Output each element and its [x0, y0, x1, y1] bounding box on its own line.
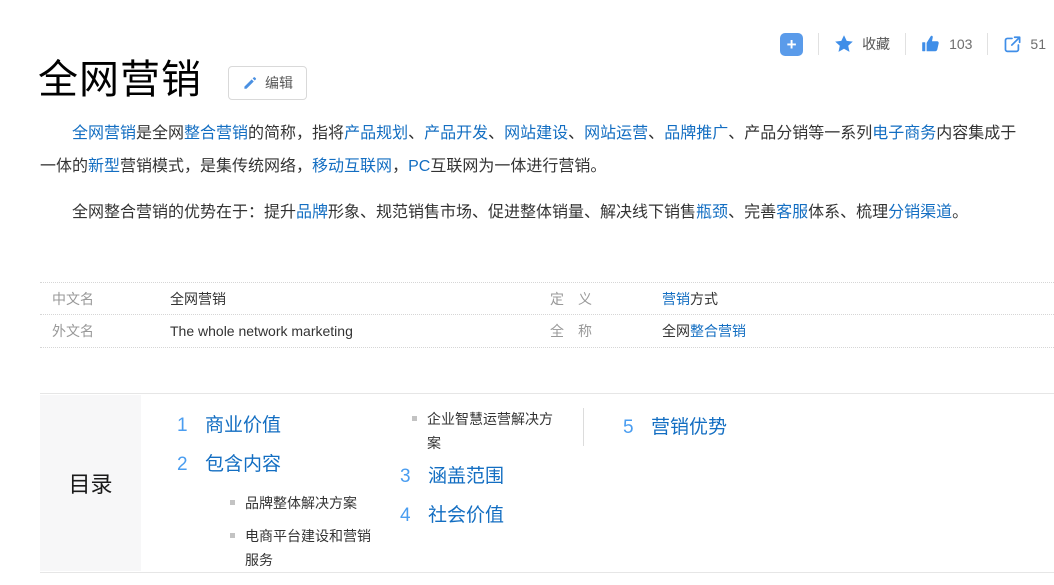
- star-icon: [834, 34, 854, 54]
- divider: [905, 33, 906, 55]
- text-segment: 、: [408, 125, 424, 142]
- inline-link[interactable]: 整合营销: [184, 125, 248, 142]
- divider: [987, 33, 988, 55]
- like-count: 103: [949, 36, 972, 52]
- favorite-button[interactable]: 收藏: [834, 34, 890, 54]
- edit-button[interactable]: 编辑: [228, 66, 307, 100]
- toc-item-label: 包含内容: [205, 452, 281, 478]
- toc-item-number: 4: [400, 503, 428, 529]
- share-button[interactable]: 51: [1003, 35, 1046, 54]
- toc-item[interactable]: 4社会价值: [398, 503, 557, 529]
- inline-link[interactable]: 网站建设: [504, 125, 568, 142]
- text-segment: 、: [568, 125, 584, 142]
- info-value: The whole network marketing: [170, 323, 550, 339]
- summary-paragraph: 全网营销是全网整合营销的简称，指将产品规划、产品开发、网站建设、网站运营、品牌推…: [40, 117, 1022, 183]
- info-value: 全网营销: [170, 289, 550, 309]
- text-segment: The whole network marketing: [170, 323, 353, 339]
- share-count: 51: [1030, 36, 1046, 52]
- inline-link[interactable]: 客服: [776, 204, 808, 221]
- text-segment: 、: [648, 125, 664, 142]
- header-actions: + 收藏 103 51: [780, 30, 1046, 58]
- info-value: 全网整合营销: [662, 321, 746, 341]
- text-segment: 体系、梳理: [808, 204, 888, 221]
- toc-item-label: 电商平台建设和营销服务: [245, 524, 375, 572]
- summary-paragraph: 全网整合营销的优势在于：提升品牌形象、规范销售市场、促进整体销量、解决线下销售瓶…: [40, 196, 1022, 229]
- page-title: 全网营销: [38, 56, 202, 104]
- inline-link[interactable]: 品牌推广: [664, 125, 728, 142]
- inline-link[interactable]: 产品开发: [424, 125, 488, 142]
- text-segment: 全网营销: [170, 291, 226, 307]
- toc-item-label: 企业智慧运营解决方案: [427, 407, 557, 455]
- inline-link[interactable]: 新型: [88, 158, 120, 175]
- info-row: 中文名 全网营销 定 义 营销方式: [40, 282, 1054, 315]
- bullet-icon: [230, 533, 235, 538]
- toc-item-label: 营销优势: [651, 415, 727, 441]
- toc-item-label: 商业价值: [205, 413, 281, 439]
- toc-heading: 目录: [40, 395, 141, 571]
- inline-link[interactable]: 电子商务: [872, 125, 936, 142]
- inline-link[interactable]: PC: [408, 158, 430, 175]
- toc-column: 企业智慧运营解决方案3涵盖范围4社会价值: [398, 407, 557, 542]
- toc-item[interactable]: 2包含内容: [175, 452, 375, 478]
- table-of-contents: 目录 1商业价值2包含内容品牌整体解决方案电商平台建设和营销服务 企业智慧运营解…: [40, 393, 1054, 573]
- info-label: 全 称: [550, 321, 662, 341]
- inline-link[interactable]: 整合营销: [690, 323, 746, 339]
- toc-item-number: 3: [400, 464, 428, 490]
- text-segment: 营销模式，是集传统网络，: [120, 158, 312, 175]
- text-segment: 的简称，指将: [248, 125, 344, 142]
- text-segment: 全网整合营销的优势在于：提升: [72, 204, 296, 221]
- toc-column: 5营销优势: [621, 415, 727, 454]
- toc-item-label: 涵盖范围: [428, 464, 504, 490]
- inline-link[interactable]: 产品规划: [344, 125, 408, 142]
- toc-item-label: 社会价值: [428, 503, 504, 529]
- text-segment: 形象、规范销售市场、促进整体销量、解决线下销售: [328, 204, 696, 221]
- toc-subitem[interactable]: 企业智慧运营解决方案: [412, 407, 557, 455]
- toc-item-label: 品牌整体解决方案: [245, 491, 357, 515]
- inline-link[interactable]: 网站运营: [584, 125, 648, 142]
- article-summary: 全网营销是全网整合营销的简称，指将产品规划、产品开发、网站建设、网站运营、品牌推…: [40, 117, 1022, 229]
- bullet-icon: [412, 416, 417, 421]
- inline-link[interactable]: 营销: [662, 291, 690, 307]
- add-button[interactable]: +: [780, 33, 803, 56]
- toc-column-divider: [583, 408, 584, 446]
- text-segment: 、产品分销等一系列: [728, 125, 872, 142]
- toc-subitem[interactable]: 品牌整体解决方案: [230, 491, 375, 515]
- title-row: 全网营销 编辑: [38, 56, 307, 104]
- text-segment: 互联网为一体进行营销。: [430, 158, 606, 175]
- inline-link[interactable]: 分销渠道: [888, 204, 952, 221]
- text-segment: 全网: [662, 323, 690, 339]
- inline-link[interactable]: 瓶颈: [696, 204, 728, 221]
- toc-item[interactable]: 1商业价值: [175, 413, 375, 439]
- text-segment: 、完善: [728, 204, 776, 221]
- toc-item[interactable]: 5营销优势: [621, 415, 727, 441]
- info-row: 外文名 The whole network marketing 全 称 全网整合…: [40, 315, 1054, 348]
- pencil-icon: [242, 75, 258, 91]
- text-segment: 方式: [690, 291, 718, 307]
- divider: [818, 33, 819, 55]
- like-button[interactable]: 103: [921, 34, 972, 54]
- info-label: 外文名: [40, 321, 170, 341]
- info-label: 定 义: [550, 289, 662, 309]
- info-value: 营销方式: [662, 289, 718, 309]
- toc-item[interactable]: 3涵盖范围: [398, 464, 557, 490]
- inline-link[interactable]: 全网营销: [72, 125, 136, 142]
- toc-column: 1商业价值2包含内容品牌整体解决方案电商平台建设和营销服务: [175, 413, 375, 581]
- text-segment: 是全网: [136, 125, 184, 142]
- inline-link[interactable]: 移动互联网: [312, 158, 392, 175]
- bullet-icon: [230, 500, 235, 505]
- text-segment: ，: [392, 158, 408, 175]
- inline-link[interactable]: 品牌: [296, 204, 328, 221]
- thumbs-up-icon: [921, 34, 941, 54]
- basic-info-table: 中文名 全网营销 定 义 营销方式 外文名 The whole network …: [40, 282, 1054, 348]
- text-segment: 、: [488, 125, 504, 142]
- toc-subitem[interactable]: 电商平台建设和营销服务: [230, 524, 375, 572]
- toc-item-number: 5: [623, 415, 651, 441]
- favorite-label: 收藏: [862, 34, 890, 54]
- edit-label: 编辑: [265, 73, 293, 93]
- toc-item-number: 1: [177, 413, 205, 439]
- info-label: 中文名: [40, 289, 170, 309]
- share-icon: [1003, 35, 1022, 54]
- toc-item-number: 2: [177, 452, 205, 478]
- text-segment: 。: [952, 204, 968, 221]
